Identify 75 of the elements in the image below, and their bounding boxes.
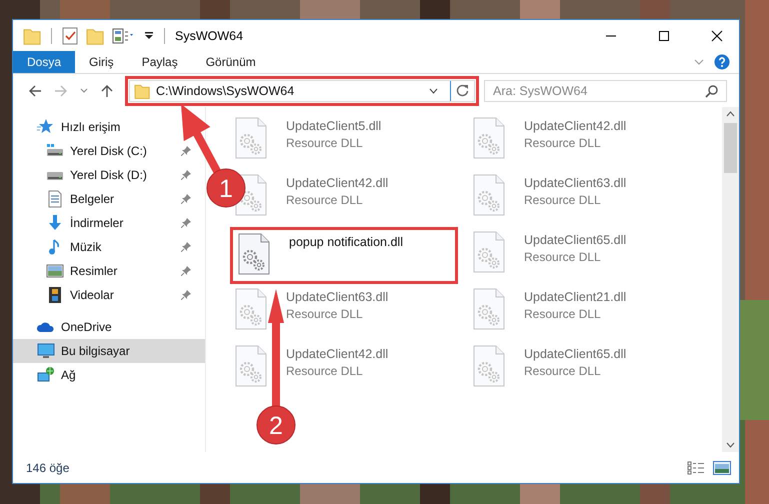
- nav-item[interactable]: Yerel Disk (C:): [13, 139, 199, 163]
- up-button[interactable]: [100, 84, 114, 98]
- properties-icon: [62, 26, 78, 44]
- ribbon-tab[interactable]: Görünüm: [192, 51, 270, 73]
- scroll-up-icon[interactable]: [726, 111, 735, 117]
- customize-caret-icon: [144, 30, 154, 40]
- nav-item[interactable]: Resimler: [13, 259, 199, 283]
- item-count: 146 öğe: [26, 460, 70, 474]
- nav-item[interactable]: Bu bilgisayar: [13, 339, 205, 363]
- search-field[interactable]: Ara: SysWOW64: [484, 80, 727, 102]
- nav-item[interactable]: İndirmeler: [13, 211, 199, 235]
- back-icon: [28, 84, 42, 98]
- file-name[interactable]: UpdateClient63.dll: [286, 290, 388, 304]
- file-name[interactable]: UpdateClient5.dll: [286, 119, 382, 133]
- ribbon-tab[interactable]: Paylaş: [128, 51, 192, 73]
- chevron-down-icon: [429, 88, 438, 94]
- scrollbar[interactable]: [722, 107, 739, 452]
- file-name[interactable]: UpdateClient65.dll: [524, 347, 626, 361]
- forward-button[interactable]: [54, 84, 68, 98]
- up-icon: [100, 84, 114, 98]
- file-type: Resource DLL: [524, 307, 602, 321]
- picture-icon: [46, 262, 64, 280]
- nav-item[interactable]: Yerel Disk (D:): [13, 163, 199, 187]
- ribbon-tab[interactable]: Dosya: [13, 51, 76, 73]
- nav-item[interactable]: Belgeler: [13, 187, 199, 211]
- step-number: 1: [206, 168, 246, 208]
- back-button[interactable]: [28, 84, 42, 98]
- file-type: Resource DLL: [524, 250, 602, 264]
- folder-icon: [86, 26, 104, 44]
- step-number: 2: [256, 406, 296, 444]
- file-name[interactable]: UpdateClient21.dll: [524, 290, 626, 304]
- window-title: SysWOW64: [175, 28, 244, 42]
- picture-view-icon: [713, 460, 731, 474]
- file-name[interactable]: UpdateClient63.dll: [524, 176, 626, 190]
- file-name[interactable]: UpdateClient42.dll: [286, 347, 388, 361]
- download-icon: [46, 214, 64, 232]
- details-view-icon: [687, 460, 705, 474]
- scroll-thumb[interactable]: [724, 123, 737, 173]
- maximize-icon: [658, 30, 670, 42]
- search-icon: [705, 84, 718, 98]
- help-icon: [714, 54, 730, 70]
- film-icon: [46, 286, 64, 304]
- monitor-icon: [37, 342, 55, 360]
- nav-item[interactable]: Ağ: [13, 363, 205, 387]
- network-icon: [37, 366, 55, 384]
- details-view-button[interactable]: [687, 460, 705, 474]
- document-icon: [46, 190, 64, 208]
- gears-file-icon[interactable]: [237, 233, 271, 275]
- ribbon-tab[interactable]: Giriş: [75, 51, 128, 73]
- file-type: Resource DLL: [524, 193, 602, 207]
- file-type: Resource DLL: [286, 307, 364, 321]
- nav-item[interactable]: Müzik: [13, 235, 199, 259]
- folder-icon: [134, 82, 150, 98]
- file-type: Resource DLL: [286, 193, 364, 207]
- nav-item[interactable]: Hızlı erişim: [13, 115, 126, 139]
- close-icon: [710, 30, 722, 42]
- scroll-down-icon[interactable]: [726, 442, 735, 448]
- file-name[interactable]: UpdateClient65.dll: [524, 233, 626, 247]
- address-path: C:\Windows\SysWOW64: [156, 84, 296, 98]
- file-name[interactable]: popup notification.dll: [289, 235, 403, 249]
- forward-icon: [54, 84, 68, 98]
- large-icons-view-button[interactable]: [713, 460, 731, 474]
- expand-ribbon-icon: [694, 59, 704, 65]
- file-type: Resource DLL: [524, 136, 602, 150]
- file-name[interactable]: UpdateClient42.dll: [286, 176, 388, 190]
- file-name[interactable]: UpdateClient42.dll: [524, 119, 626, 133]
- nav-item[interactable]: OneDrive: [13, 315, 205, 339]
- file-type: Resource DLL: [286, 136, 364, 150]
- file-type: Resource DLL: [524, 364, 602, 378]
- nav-item[interactable]: Videolar: [13, 283, 199, 307]
- refresh-icon: [456, 84, 469, 97]
- view-options-icon: [112, 28, 136, 44]
- star-icon: [37, 118, 55, 136]
- file-type: Resource DLL: [286, 364, 364, 378]
- folder-icon: [23, 26, 41, 44]
